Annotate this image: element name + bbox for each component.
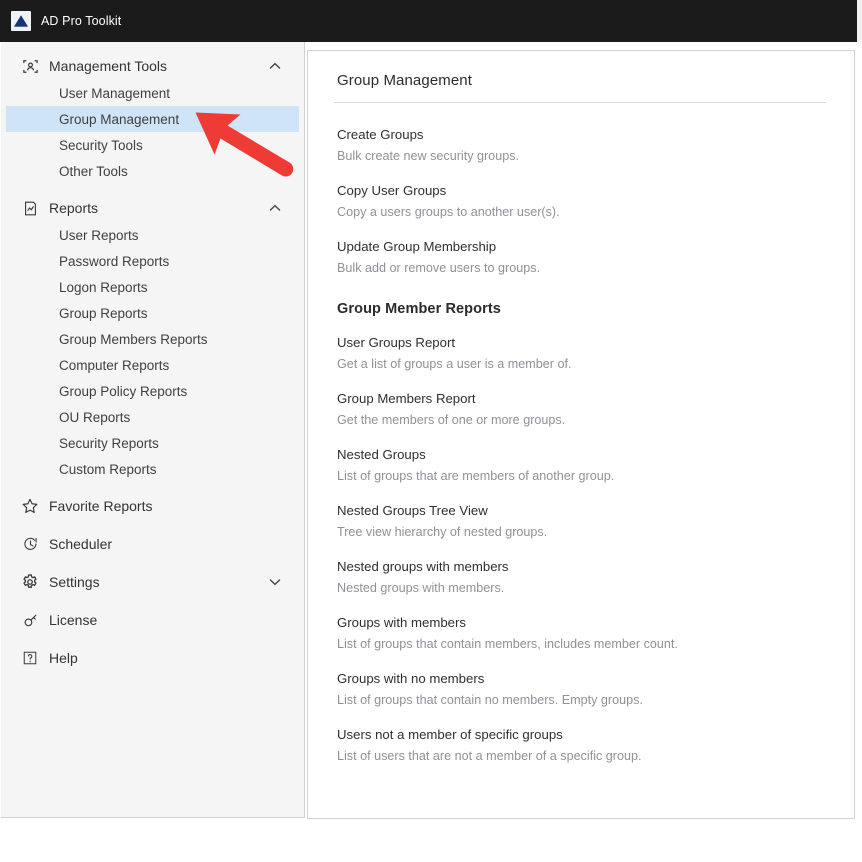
sidebar-item-label: Group Policy Reports: [59, 383, 188, 399]
sidebar-item-user-reports[interactable]: User Reports: [6, 222, 299, 248]
page-title: Group Management: [337, 72, 473, 89]
content-panel: Group Management Create Groups Bulk crea…: [307, 50, 855, 819]
title-bar: AD Pro Toolkit: [0, 0, 862, 42]
sidebar-item-favorite-reports[interactable]: Favorite Reports: [6, 492, 299, 520]
report-description: List of groups that contain members, inc…: [337, 637, 678, 651]
tool-description: Copy a users groups to another user(s).: [337, 205, 560, 219]
sidebar-item-group-management[interactable]: Group Management: [6, 106, 299, 132]
sidebar-group-reports: Reports User Reports Password Reports Lo…: [1, 194, 304, 482]
tool-title[interactable]: Create Groups: [337, 126, 826, 143]
group-member-reports-section: User Groups Report Get a list of groups …: [334, 334, 826, 765]
sidebar-item-custom-reports[interactable]: Custom Reports: [6, 456, 299, 482]
chevron-down-icon[interactable]: [267, 574, 283, 590]
tool-item-copy-user-groups[interactable]: Copy User Groups Copy a users groups to …: [334, 182, 826, 221]
tool-title[interactable]: Copy User Groups: [337, 182, 826, 199]
sidebar-item-logon-reports[interactable]: Logon Reports: [6, 274, 299, 300]
sidebar-item-management-tools[interactable]: Management Tools: [6, 52, 299, 80]
report-description: Nested groups with members.: [337, 581, 505, 595]
sidebar-item-label: Group Management: [59, 111, 180, 127]
report-title[interactable]: Users not a member of specific groups: [337, 726, 826, 743]
sidebar-item-user-management[interactable]: User Management: [6, 80, 299, 106]
sidebar-item-settings[interactable]: Settings: [6, 568, 299, 596]
sidebar-item-ou-reports[interactable]: OU Reports: [6, 404, 299, 430]
tool-item-update-group-membership[interactable]: Update Group Membership Bulk add or remo…: [334, 238, 826, 277]
report-description: List of groups that contain no members. …: [337, 693, 643, 707]
sidebar-item-label: Other Tools: [59, 163, 128, 179]
management-tools-section: Create Groups Bulk create new security g…: [334, 126, 826, 277]
sidebar-item-label: Custom Reports: [59, 461, 157, 477]
sidebar-item-label: User Management: [59, 85, 171, 101]
report-item-group-members-report[interactable]: Group Members Report Get the members of …: [334, 390, 826, 429]
report-item-groups-with-members[interactable]: Groups with members List of groups that …: [334, 614, 826, 653]
chevron-up-icon[interactable]: [267, 58, 283, 74]
sidebar-item-label: Security Reports: [59, 435, 159, 451]
sidebar-item-group-reports[interactable]: Group Reports: [6, 300, 299, 326]
report-title[interactable]: Groups with no members: [337, 670, 826, 687]
sidebar-item-label: OU Reports: [59, 409, 131, 425]
sidebar-item-password-reports[interactable]: Password Reports: [6, 248, 299, 274]
sidebar-item-label: Scheduler: [49, 536, 113, 552]
tool-description: Bulk add or remove users to groups.: [337, 261, 541, 275]
sidebar-item-label: License: [49, 612, 98, 628]
sidebar-item-security-reports[interactable]: Security Reports: [6, 430, 299, 456]
sidebar-item-scheduler[interactable]: Scheduler: [6, 530, 299, 558]
report-title[interactable]: Nested groups with members: [337, 558, 826, 575]
report-chart-icon: [20, 198, 40, 218]
report-item-nested-groups-with-members[interactable]: Nested groups with members Nested groups…: [334, 558, 826, 597]
sidebar-item-label: Reports: [49, 200, 99, 216]
sidebar-item-label: Group Members Reports: [59, 331, 208, 347]
sidebar-item-reports[interactable]: Reports: [6, 194, 299, 222]
report-item-nested-groups-tree-view[interactable]: Nested Groups Tree View Tree view hierar…: [334, 502, 826, 541]
sidebar-item-help[interactable]: Help: [6, 644, 299, 672]
report-title[interactable]: Nested Groups: [337, 446, 826, 463]
sidebar-item-group-policy-reports[interactable]: Group Policy Reports: [6, 378, 299, 404]
tool-item-create-groups[interactable]: Create Groups Bulk create new security g…: [334, 126, 826, 165]
report-item-users-not-a-member-of-specific-groups[interactable]: Users not a member of specific groups Li…: [334, 726, 826, 765]
star-icon: [20, 496, 40, 516]
tool-title[interactable]: Update Group Membership: [337, 238, 826, 255]
sidebar-item-label: Group Reports: [59, 305, 148, 321]
report-description: Get the members of one or more groups.: [337, 413, 566, 427]
sidebar-item-other-tools[interactable]: Other Tools: [6, 158, 299, 184]
report-description: List of users that are not a member of a…: [337, 749, 642, 763]
sidebar-item-label: Settings: [49, 574, 100, 590]
app-title: AD Pro Toolkit: [41, 14, 122, 28]
chevron-up-icon[interactable]: [267, 200, 283, 216]
sidebar-item-label: Logon Reports: [59, 279, 148, 295]
report-item-groups-with-no-members[interactable]: Groups with no members List of groups th…: [334, 670, 826, 709]
report-item-user-groups-report[interactable]: User Groups Report Get a list of groups …: [334, 334, 826, 373]
report-title[interactable]: User Groups Report: [337, 334, 826, 351]
gear-icon: [20, 572, 40, 592]
report-description: List of groups that are members of anoth…: [337, 469, 615, 483]
report-item-nested-groups[interactable]: Nested Groups List of groups that are me…: [334, 446, 826, 485]
sidebar-item-label: Password Reports: [59, 253, 170, 269]
sidebar-item-computer-reports[interactable]: Computer Reports: [6, 352, 299, 378]
ad-pro-triangle-logo-icon: [11, 11, 31, 31]
report-title[interactable]: Nested Groups Tree View: [337, 502, 826, 519]
sidebar-item-license[interactable]: License: [6, 606, 299, 634]
section-heading-group-member-reports: Group Member Reports: [337, 301, 501, 317]
tool-description: Bulk create new security groups.: [337, 149, 519, 163]
sidebar-item-label: Management Tools: [49, 58, 168, 74]
title-divider: [334, 102, 826, 103]
sidebar-item-security-tools[interactable]: Security Tools: [6, 132, 299, 158]
key-icon: [20, 610, 40, 630]
sidebar-item-label: Security Tools: [59, 137, 143, 153]
report-title[interactable]: Group Members Report: [337, 390, 826, 407]
window-body: Management Tools User Management Group M…: [0, 42, 862, 862]
sidebar-item-label: Help: [49, 650, 78, 666]
report-description: Get a list of groups a user is a member …: [337, 357, 572, 371]
people-frame-icon: [20, 56, 40, 76]
clock-icon: [20, 534, 40, 554]
sidebar-group-management-tools: Management Tools User Management Group M…: [1, 52, 304, 184]
question-box-icon: [20, 648, 40, 668]
sidebar: Management Tools User Management Group M…: [1, 42, 305, 818]
sidebar-item-group-members-reports[interactable]: Group Members Reports: [6, 326, 299, 352]
app-window: AD Pro Toolkit Management Tools User Man…: [0, 0, 862, 862]
sidebar-item-label: Computer Reports: [59, 357, 170, 373]
report-title[interactable]: Groups with members: [337, 614, 826, 631]
sidebar-item-label: User Reports: [59, 227, 139, 243]
report-description: Tree view hierarchy of nested groups.: [337, 525, 548, 539]
sidebar-item-label: Favorite Reports: [49, 498, 153, 514]
